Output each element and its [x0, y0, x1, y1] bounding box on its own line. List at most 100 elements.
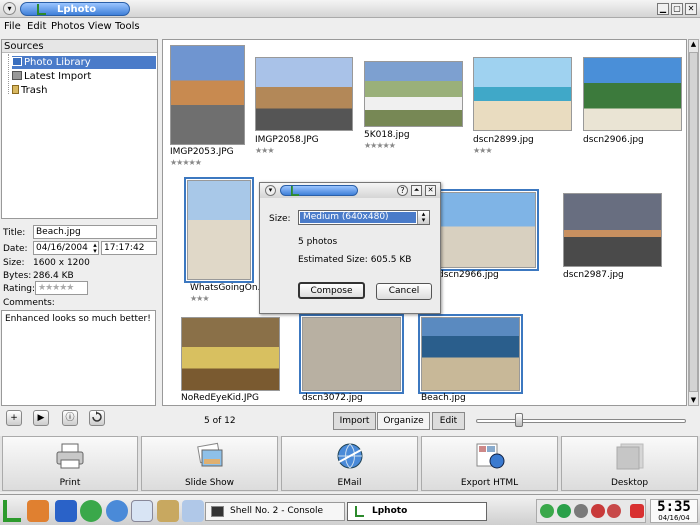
photo-thumbnail-selected[interactable]	[184, 177, 254, 283]
info-button[interactable]: ⓘ	[62, 410, 78, 426]
library-icon	[12, 57, 22, 66]
size-select-value: Medium (640x480)	[300, 212, 416, 223]
page-info: 5 of 12	[204, 416, 236, 426]
source-latest-import[interactable]: Latest Import	[12, 70, 91, 83]
source-photo-library[interactable]: Photo Library	[12, 56, 156, 69]
desktop-button[interactable]: Desktop	[561, 436, 698, 491]
task-label: Lphoto	[372, 506, 408, 516]
photo-thumbnail[interactable]	[255, 57, 353, 131]
zoom-slider-track[interactable]	[476, 419, 686, 423]
size-label: Size:	[3, 258, 25, 268]
task-console[interactable]: Shell No. 2 - Console	[205, 502, 345, 521]
menu-view[interactable]: View	[88, 21, 112, 32]
clock-date: 04/16/04	[658, 514, 690, 522]
runner-icon[interactable]	[80, 500, 102, 522]
photo-caption: dscn2899.jpg	[473, 135, 534, 145]
printer-icon	[56, 443, 84, 469]
photo-caption: dscn2906.jpg	[583, 135, 644, 145]
photo-thumbnail[interactable]	[170, 45, 245, 145]
photo-caption: 5K018.jpg	[364, 130, 410, 140]
photo-caption: IMGP2053.JPG	[170, 147, 234, 157]
start-menu-icon[interactable]	[3, 500, 23, 522]
export-html-button[interactable]: Export HTML	[421, 436, 558, 491]
photo-thumbnail[interactable]	[563, 193, 662, 267]
comments-field[interactable]: Enhanced looks so much better!	[1, 310, 156, 406]
size-select[interactable]: Medium (640x480) ▴ ▾	[298, 210, 430, 225]
dialog-title-bar: ▾ ? ⏶ ✕	[260, 183, 440, 198]
email-button[interactable]: EMail	[281, 436, 418, 491]
dialog-menu-icon[interactable]: ▾	[265, 185, 276, 196]
console-icon	[211, 506, 224, 517]
close-button[interactable]: ✕	[685, 3, 697, 15]
controls-bar: + ▶ ⓘ 5 of 12 Import Organize Edit	[0, 408, 700, 434]
scroll-thumb[interactable]	[689, 52, 698, 392]
power-icon[interactable]	[630, 504, 644, 518]
action-label: Print	[59, 478, 81, 488]
dialog-help-button[interactable]: ?	[397, 185, 408, 196]
action-bar: Print Slide Show EMail Export HTML Deskt…	[0, 436, 700, 492]
photo-thumbnail[interactable]	[583, 57, 682, 131]
lphoto-logo-icon	[37, 4, 46, 15]
sources-panel: Sources Photo Library Latest Import Tras…	[1, 39, 158, 219]
menu-file[interactable]: File	[4, 21, 21, 32]
compose-button[interactable]: Compose	[298, 282, 365, 299]
photo-thumbnail[interactable]	[181, 317, 280, 391]
network-icon[interactable]	[540, 504, 554, 518]
add-button[interactable]: +	[6, 410, 22, 426]
sources-header: Sources	[2, 40, 157, 53]
scroll-down-icon[interactable]: ▼	[689, 396, 698, 406]
title-bar: ▾ Lphoto ▁ ▢ ✕	[0, 0, 700, 18]
play-button[interactable]: ▶	[33, 410, 49, 426]
tab-import[interactable]: Import	[333, 412, 376, 430]
photo-thumbnail-selected[interactable]	[299, 314, 404, 394]
maximize-button[interactable]: ▢	[671, 3, 683, 15]
editor-icon[interactable]	[182, 500, 204, 522]
bytes-value: 286.4 KB	[33, 271, 74, 281]
print-button[interactable]: Print	[2, 436, 138, 491]
photo-rating: ★★★	[473, 146, 492, 155]
photo-caption: NoRedEyeKid.JPG	[181, 393, 259, 403]
tab-edit[interactable]: Edit	[432, 412, 465, 430]
date-label: Date:	[3, 244, 28, 254]
dialog-close-button[interactable]: ✕	[425, 185, 436, 196]
cancel-button[interactable]: Cancel	[376, 283, 432, 300]
photo-thumbnail-selected[interactable]	[418, 314, 523, 394]
date-field[interactable]: 04/16/2004	[33, 241, 99, 255]
photo-caption: dscn2987.jpg	[563, 270, 624, 280]
title-field[interactable]: Beach.jpg	[33, 225, 157, 239]
sound-icon[interactable]	[574, 504, 588, 518]
source-trash[interactable]: Trash	[12, 84, 47, 97]
minimize-button[interactable]: ▁	[657, 3, 669, 15]
zoom-slider-handle[interactable]	[515, 413, 523, 427]
photo-thumbnail-selected[interactable]	[435, 189, 539, 271]
alert-icon[interactable]	[591, 504, 605, 518]
menu-tools[interactable]: Tools	[115, 21, 140, 32]
package-icon[interactable]	[27, 500, 49, 522]
scroll-up-icon[interactable]: ▲	[689, 40, 698, 50]
cube-icon[interactable]	[55, 500, 77, 522]
clock[interactable]: 5:35 04/16/04	[650, 499, 698, 523]
date-spinner[interactable]: ▴ ▾	[91, 242, 99, 255]
photo-thumbnail[interactable]	[364, 61, 463, 127]
rating-field[interactable]: ★★★★★	[35, 281, 88, 295]
window-title: Lphoto	[20, 2, 130, 16]
users-icon[interactable]	[157, 500, 179, 522]
mail-icon[interactable]	[131, 500, 153, 522]
window-menu-button[interactable]: ▾	[3, 2, 16, 15]
clock-time: 5:35	[657, 499, 691, 515]
tab-organize[interactable]: Organize	[377, 412, 430, 430]
update-icon[interactable]	[557, 504, 571, 518]
grid-scrollbar[interactable]: ▲ ▼	[688, 39, 699, 406]
photo-thumbnail[interactable]	[473, 57, 572, 131]
time-field[interactable]: 17:17:42	[101, 241, 157, 255]
rotate-button[interactable]	[89, 410, 105, 426]
slideshow-button[interactable]: Slide Show	[141, 436, 278, 491]
menu-edit[interactable]: Edit	[27, 21, 46, 32]
dialog-shade-button[interactable]: ⏶	[411, 185, 422, 196]
email-size-dialog: ▾ ? ⏶ ✕ Size: Medium (640x480) ▴ ▾ 5 phot…	[259, 182, 441, 314]
slideshow-icon	[196, 442, 222, 467]
menu-photos[interactable]: Photos	[51, 21, 85, 32]
task-lphoto[interactable]: Lphoto	[347, 502, 487, 521]
browser-icon[interactable]	[106, 500, 128, 522]
clipboard-icon[interactable]	[607, 504, 621, 518]
